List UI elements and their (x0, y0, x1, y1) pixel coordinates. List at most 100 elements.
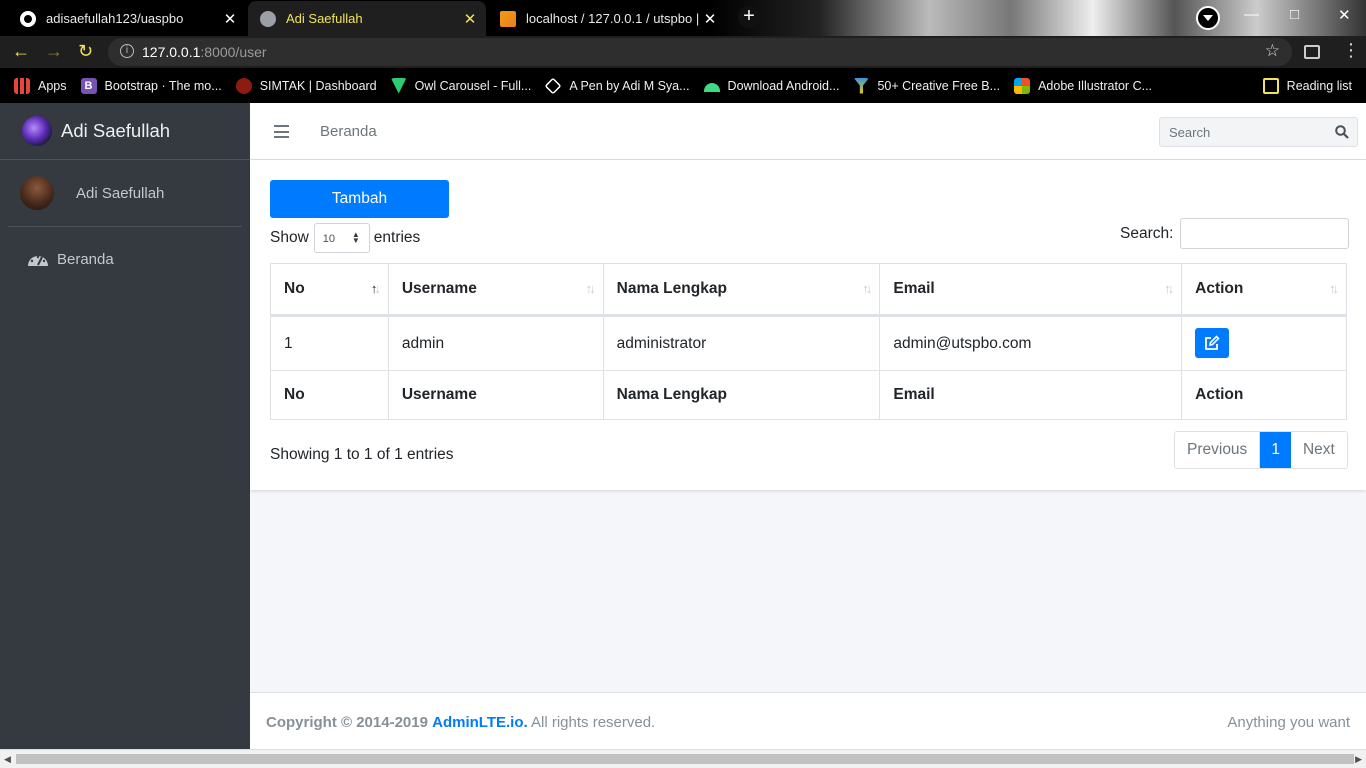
codepen-icon (544, 77, 562, 94)
show-label: Show (270, 229, 309, 246)
brand-text: Adi Saefullah (61, 120, 171, 141)
add-user-button[interactable]: Tambah (270, 180, 449, 218)
pagination-next[interactable]: Next (1291, 432, 1347, 468)
table-search-input[interactable] (1180, 218, 1350, 249)
tab-search-icon[interactable] (1196, 6, 1220, 30)
user-panel[interactable]: Adi Saefullah (8, 160, 242, 227)
bookmark-illustrator[interactable]: Adobe Illustrator C... (1014, 77, 1153, 94)
column-header-no[interactable]: No ↑↓ (270, 263, 389, 317)
bookmark-y-icon (853, 77, 870, 94)
forward-icon[interactable]: → (45, 41, 63, 62)
minimize-icon[interactable]: — (1244, 6, 1259, 23)
column-header-nama-lengkap[interactable]: Nama Lengkap ↑↓ (602, 263, 881, 317)
table-footer-row: No Username Nama Lengkap Email Action (270, 370, 1347, 420)
pagination-page-1[interactable]: 1 (1260, 432, 1291, 468)
bookmark-codepen[interactable]: A Pen by Adi M Sya... (544, 77, 690, 94)
address-bar: ← → ↻ i 127.0.0.1:8000/user ☆ ⋮ (0, 36, 1366, 68)
reading-list[interactable]: Reading list (1262, 77, 1352, 94)
browser-tab-adi-saefullah[interactable]: Adi Saefullah ✕ (248, 1, 486, 36)
scrollbar-thumb[interactable] (16, 754, 1354, 764)
page-footer: Copyright © 2014-2019 AdminLTE.io. All r… (250, 692, 1366, 749)
cell-action (1181, 315, 1347, 371)
rights-text: All rights reserved. (531, 714, 656, 731)
sidebar-item-label: Beranda (57, 250, 114, 268)
back-icon[interactable]: ← (12, 41, 30, 62)
copyright-text: Copyright © 2014-2019 (266, 714, 428, 731)
footer-copyright: Copyright © 2014-2019 AdminLTE.io. All r… (266, 714, 655, 731)
column-header-action[interactable]: Action ↑↓ (1181, 263, 1347, 317)
table-row: 1 admin administrator admin@utspbo.com (270, 315, 1347, 371)
sidebar: Adi Saefullah Adi Saefullah Beranda (0, 103, 250, 749)
search-icon[interactable] (1335, 125, 1349, 139)
maximize-icon[interactable]: □ (1290, 6, 1299, 23)
page-length-select[interactable]: 10 ▲ ▼ (313, 223, 370, 253)
bookmark-star-icon[interactable]: ☆ (1265, 41, 1280, 61)
bookmark-label: Adobe Illustrator C... (1038, 78, 1153, 93)
footer-cell-nama-lengkap: Nama Lengkap (602, 370, 881, 420)
navbar-search-input[interactable]: Search (1159, 117, 1358, 147)
sidebar-item-beranda[interactable]: Beranda (8, 239, 242, 279)
bookmark-bootstrap[interactable]: B Bootstrap · The mo... (80, 77, 222, 94)
bookmark-android[interactable]: Download Android... (703, 79, 839, 93)
breadcrumb[interactable]: Beranda (320, 123, 377, 140)
footer-cell-no: No (270, 370, 389, 420)
bookmarks-bar: Apps B Bootstrap · The mo... SIMTAK | Das… (0, 68, 1366, 103)
footer-cell-email: Email (879, 370, 1183, 420)
table-info: Showing 1 to 1 of 1 entries (270, 446, 454, 463)
browser-tab-strip: adisaefullah123/uaspbo ✕ Adi Saefullah ✕… (0, 0, 1366, 36)
pagination-previous[interactable]: Previous (1175, 432, 1261, 468)
column-label: Nama Lengkap (616, 280, 727, 297)
browser-tab-phpmyadmin[interactable]: localhost / 127.0.0.1 / utspbo | ph ✕ (488, 1, 726, 36)
bookmark-owl-carousel[interactable]: Owl Carousel - Full... (390, 77, 531, 94)
avatar (20, 176, 54, 210)
browser-tab-github[interactable]: adisaefullah123/uaspbo ✕ (8, 1, 246, 36)
tab-close-icon[interactable]: ✕ (700, 10, 720, 28)
pagination: Previous 1 Next (1174, 431, 1348, 469)
menu-toggle-icon[interactable] (274, 125, 289, 138)
brand-link[interactable]: Adi Saefullah (0, 103, 250, 160)
footer-cell-username: Username (387, 370, 604, 420)
site-info-icon[interactable]: i (120, 44, 134, 58)
column-header-username[interactable]: Username ↑↓ (387, 263, 604, 317)
url-field[interactable]: i 127.0.0.1:8000/user ☆ (108, 38, 1292, 66)
reload-icon[interactable]: ↻ (78, 41, 93, 62)
browser-menu-icon[interactable]: ⋮ (1342, 40, 1360, 61)
user-name: Adi Saefullah (76, 184, 165, 202)
scroll-left-icon[interactable]: ◀ (4, 754, 11, 765)
table-filter: Search: (1120, 218, 1350, 249)
horizontal-scrollbar[interactable]: ◀ ▶ (0, 749, 1366, 768)
column-header-email[interactable]: Email ↑↓ (879, 263, 1183, 317)
tab-title: adisaefullah123/uaspbo (46, 11, 184, 26)
sort-icon: ↑↓ (1164, 281, 1174, 296)
bookmark-label: Apps (38, 78, 67, 93)
column-label: Action (1195, 280, 1244, 297)
cell-no: 1 (270, 315, 389, 371)
user-card: Tambah Show 10 ▲ ▼ entries Search: No ↑↓ U… (250, 160, 1366, 490)
entries-label: entries (373, 229, 421, 246)
bookmark-simtak[interactable]: SIMTAK | Dashboard (235, 77, 377, 94)
globe-icon (260, 10, 276, 27)
table-header-row: No ↑↓ Username ↑↓ Nama Lengkap ↑↓ Email ↑↓ A… (270, 263, 1347, 317)
adminlte-link[interactable]: AdminLTE.io. (432, 714, 528, 731)
owl-icon (390, 77, 407, 94)
column-label: Username (401, 280, 477, 297)
footer-cell-action: Action (1181, 370, 1347, 420)
phpmyadmin-icon (500, 10, 516, 27)
scroll-right-icon[interactable]: ▶ (1355, 754, 1362, 765)
cell-nama-lengkap: administrator (602, 315, 881, 371)
apps-grid-icon (14, 77, 30, 94)
sort-asc-icon: ↑↓ (370, 281, 381, 296)
top-navbar: Beranda Search (250, 103, 1366, 160)
tab-close-icon[interactable]: ✕ (220, 10, 240, 28)
window-close-icon[interactable]: ✕ (1338, 6, 1351, 24)
bookmark-creative[interactable]: 50+ Creative Free B... (853, 77, 1000, 94)
bookmark-label: A Pen by Adi M Sya... (569, 78, 690, 93)
extensions-icon[interactable] (1304, 45, 1320, 59)
new-tab-button[interactable]: + (738, 6, 760, 28)
simtak-icon (235, 77, 252, 94)
cell-email: admin@utspbo.com (879, 315, 1183, 371)
edit-button[interactable] (1195, 328, 1230, 358)
tab-close-icon[interactable]: ✕ (460, 10, 480, 28)
url-text: 127.0.0.1:8000/user (142, 44, 267, 60)
bookmark-apps[interactable]: Apps (14, 77, 67, 94)
